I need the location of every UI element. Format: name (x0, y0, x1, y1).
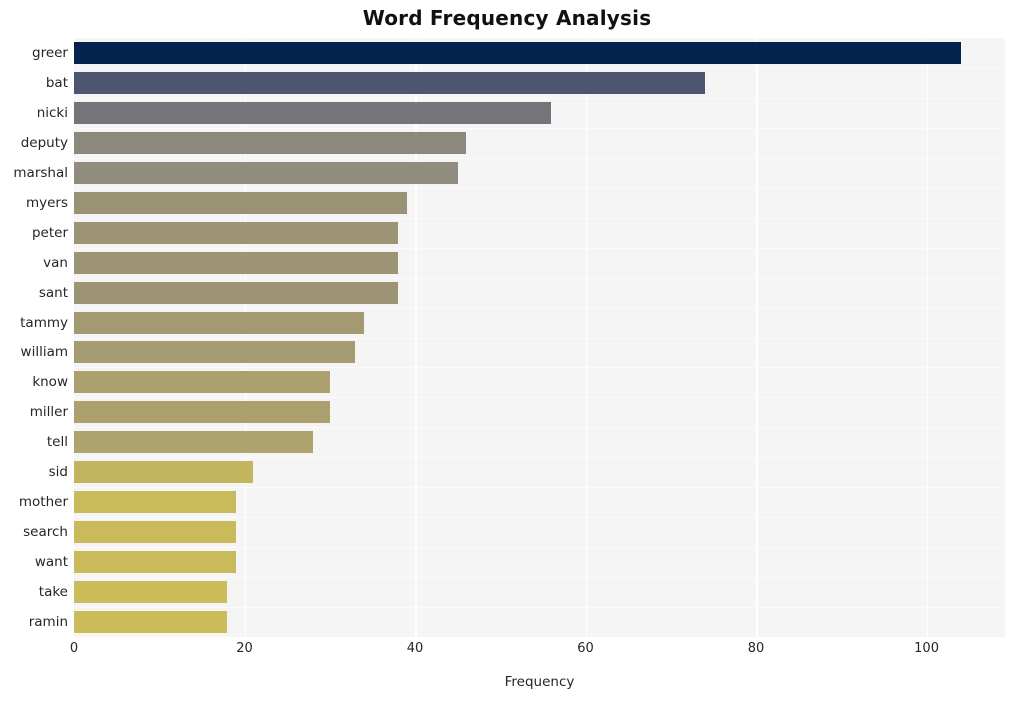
plot-area (74, 38, 1005, 637)
y-tick-label-van: van (43, 254, 68, 271)
y-tick-label-ramin: ramin (28, 614, 68, 631)
bar-sid (74, 461, 254, 484)
bar-william (74, 341, 356, 364)
bar-miller (74, 401, 330, 424)
y-tick-label-william: william (20, 344, 68, 361)
x-tick-label-40: 40 (406, 641, 424, 656)
y-tick-label-mother: mother (18, 494, 68, 511)
bar-want (74, 551, 236, 574)
y-tick-label-marshal: marshal (13, 164, 68, 181)
y-tick-label-know: know (32, 374, 68, 391)
x-tick-label-20: 20 (236, 641, 253, 656)
bar-mother (74, 491, 236, 514)
bar-search (74, 521, 236, 544)
y-tick-label-deputy: deputy (20, 134, 68, 151)
bar-sant (74, 281, 398, 304)
y-tick-label-greer: greer (32, 44, 68, 61)
bar-tell (74, 431, 313, 454)
y-tick-label-tammy: tammy (20, 314, 68, 331)
page-title: Word Frequency Analysis (362, 6, 652, 30)
bar-tammy (74, 311, 364, 334)
bar-deputy (74, 131, 467, 154)
y-tick-label-sid: sid (48, 464, 68, 481)
x-tick-label-80: 80 (747, 641, 765, 656)
y-tick-label-miller: miller (29, 404, 68, 421)
y-tick-label-tell: tell (46, 434, 68, 451)
x-tick-label-60: 60 (577, 641, 594, 656)
bar-myers (74, 191, 407, 214)
bar-nicki (74, 101, 552, 124)
x-tick-label-100: 100 (914, 641, 939, 656)
bar-ramin (74, 611, 228, 634)
chart-figure: Word Frequency Analysis greer bat nicki dep… (0, 0, 1014, 701)
y-tick-label-bat: bat (45, 74, 68, 91)
bar-peter (74, 221, 398, 244)
bar-bat (74, 71, 705, 94)
y-tick-label-want: want (34, 554, 68, 571)
bar-van (74, 251, 398, 274)
bar-know (74, 371, 330, 394)
y-tick-label-take: take (38, 584, 68, 601)
x-axis-title: Frequency (504, 674, 575, 690)
y-tick-label-sant: sant (38, 284, 68, 301)
y-tick-label-peter: peter (31, 224, 68, 241)
bar-take (74, 581, 228, 604)
bars-layer (74, 38, 1005, 637)
y-tick-label-myers: myers (25, 194, 68, 211)
x-tick-label-0: 0 (69, 641, 79, 656)
y-tick-label-nicki: nicki (36, 104, 68, 121)
bar-marshal (74, 161, 458, 184)
y-axis-tick-labels: greer bat nicki deputy marshal myers peter van s… (0, 38, 68, 637)
bar-greer (74, 41, 961, 64)
x-axis-tick-labels: 0 20 40 60 80 100 (0, 641, 1014, 665)
y-tick-label-search: search (23, 524, 68, 541)
